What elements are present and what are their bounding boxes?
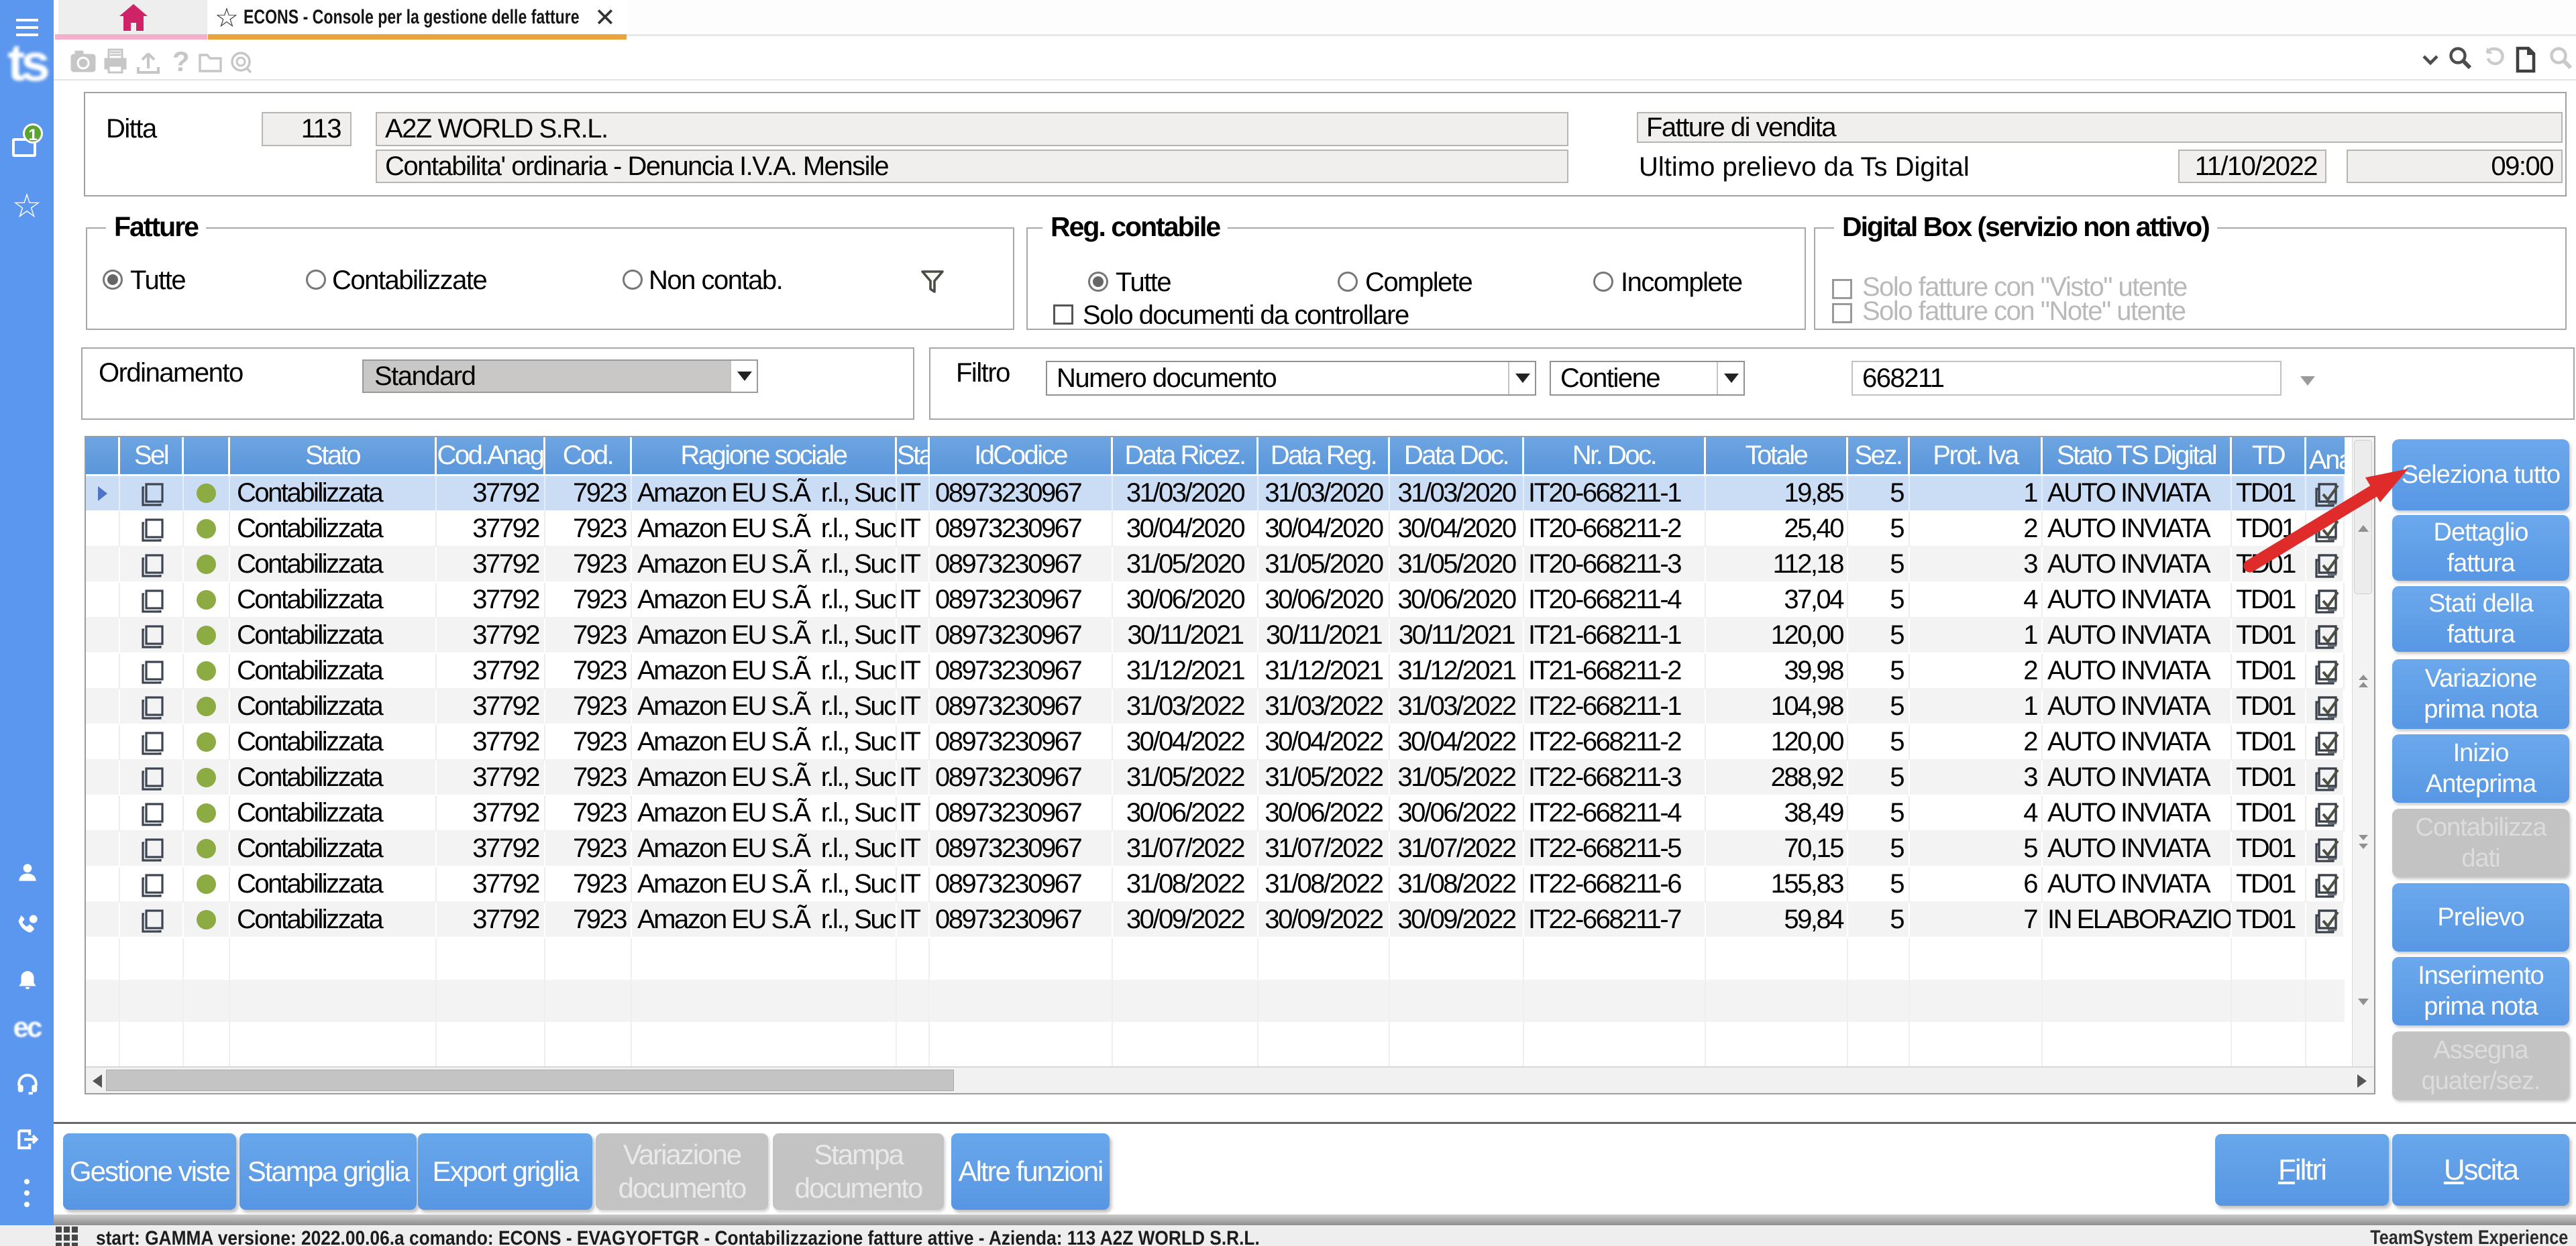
svg-text:?: ? [172,48,190,75]
